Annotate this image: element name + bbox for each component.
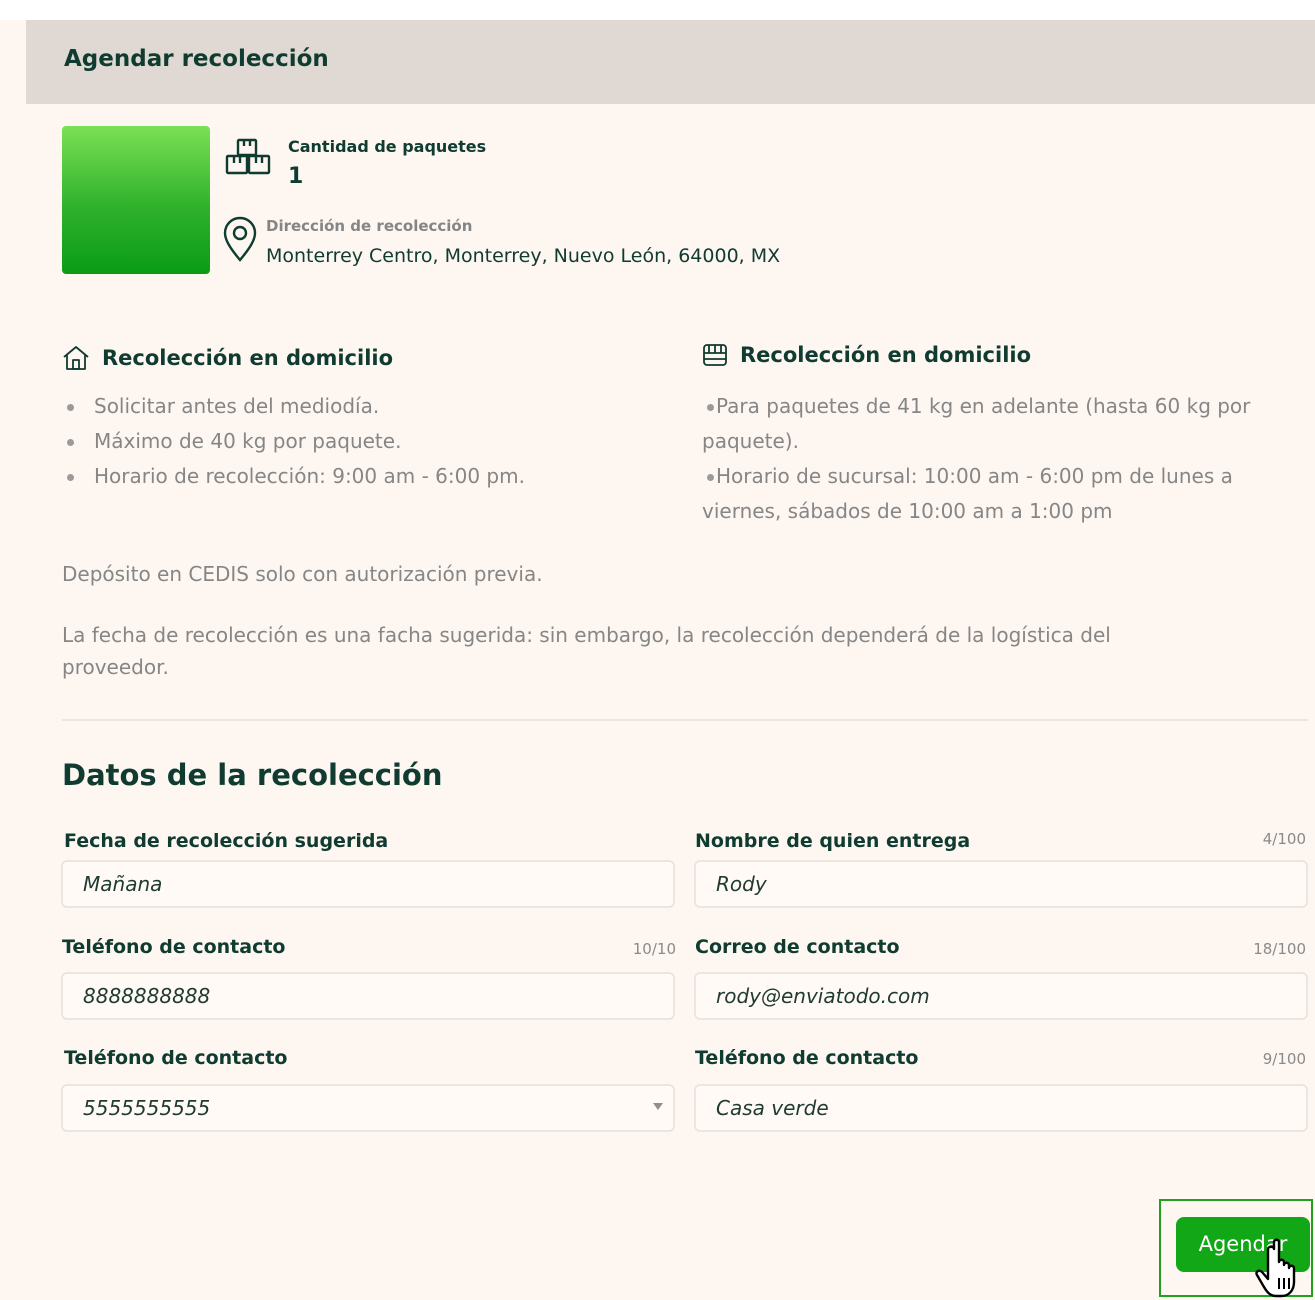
section-divider bbox=[62, 719, 1308, 721]
packages-icon bbox=[225, 138, 271, 175]
schedule-pickup-panel: Agendar recolección Cantidad de paquetes… bbox=[26, 20, 1315, 1300]
address-value: Monterrey Centro, Monterrey, Nuevo León,… bbox=[266, 245, 781, 267]
phone-select-value: 5555555555 bbox=[83, 1096, 211, 1120]
panel-header: Agendar recolección bbox=[26, 20, 1315, 104]
home-pickup-title: Recolección en domicilio bbox=[102, 346, 394, 370]
phone-select-label: Teléfono de contacto bbox=[64, 1047, 288, 1069]
branch-pickup-list: Para paquetes de 41 kg en adelante (hast… bbox=[702, 389, 1302, 529]
contact-email-counter: 18/100 bbox=[1253, 940, 1306, 958]
pickup-data-title: Datos de la recolección bbox=[62, 758, 443, 792]
list-item: Horario de recolección: 9:00 am - 6:00 p… bbox=[62, 459, 622, 494]
sender-name-counter: 4/100 bbox=[1262, 830, 1306, 848]
store-icon bbox=[703, 344, 727, 366]
hand-cursor-icon bbox=[1255, 1238, 1296, 1298]
contact-email-label: Correo de contacto bbox=[695, 936, 900, 958]
sender-name-label: Nombre de quien entrega bbox=[695, 830, 971, 852]
phone-select[interactable]: 5555555555 bbox=[61, 1084, 675, 1132]
list-item: Solicitar antes del mediodía. bbox=[62, 389, 622, 424]
reference-field[interactable]: Casa verde bbox=[694, 1084, 1308, 1132]
pickup-date-field[interactable]: Mañana bbox=[61, 860, 675, 908]
address-label: Dirección de recolección bbox=[266, 217, 473, 235]
top-strip bbox=[0, 0, 1315, 20]
reference-label: Teléfono de contacto bbox=[695, 1047, 919, 1069]
list-item-text: Horario de sucursal: 10:00 am - 6:00 pm … bbox=[702, 464, 1233, 523]
list-item: Máximo de 40 kg por paquete. bbox=[62, 424, 622, 459]
sender-name-field[interactable]: Rody bbox=[694, 860, 1308, 908]
reference-counter: 9/100 bbox=[1262, 1050, 1306, 1068]
home-icon bbox=[63, 346, 89, 370]
contact-phone-counter: 10/10 bbox=[632, 940, 676, 958]
contact-phone-field[interactable]: 8888888888 bbox=[61, 972, 675, 1020]
home-pickup-list: Solicitar antes del mediodía. Máximo de … bbox=[62, 389, 622, 494]
pickup-date-label: Fecha de recolección sugerida bbox=[64, 830, 389, 852]
package-thumbnail bbox=[62, 126, 210, 274]
panel-title: Agendar recolección bbox=[64, 46, 329, 72]
home-pickup-heading: Recolección en domicilio bbox=[62, 345, 393, 371]
branch-pickup-title: Recolección en domicilio bbox=[740, 343, 1032, 367]
list-item-text: Para paquetes de 41 kg en adelante (hast… bbox=[702, 394, 1251, 453]
pickup-date-note: La fecha de recolección es una facha sug… bbox=[62, 623, 1111, 679]
list-item: Horario de sucursal: 10:00 am - 6:00 pm … bbox=[702, 459, 1302, 529]
branch-pickup-heading: Recolección en domicilio bbox=[702, 343, 1031, 367]
packages-label: Cantidad de paquetes bbox=[288, 137, 487, 156]
contact-email-field[interactable]: rody@enviatodo.com bbox=[694, 972, 1308, 1020]
contact-phone-label: Teléfono de contacto bbox=[62, 936, 286, 958]
cedis-note: Depósito en CEDIS solo con autorización … bbox=[62, 562, 543, 586]
packages-value: 1 bbox=[288, 164, 304, 189]
location-pin-icon bbox=[223, 216, 257, 262]
dropdown-arrow-icon bbox=[653, 1103, 663, 1110]
list-item: Para paquetes de 41 kg en adelante (hast… bbox=[702, 389, 1302, 459]
